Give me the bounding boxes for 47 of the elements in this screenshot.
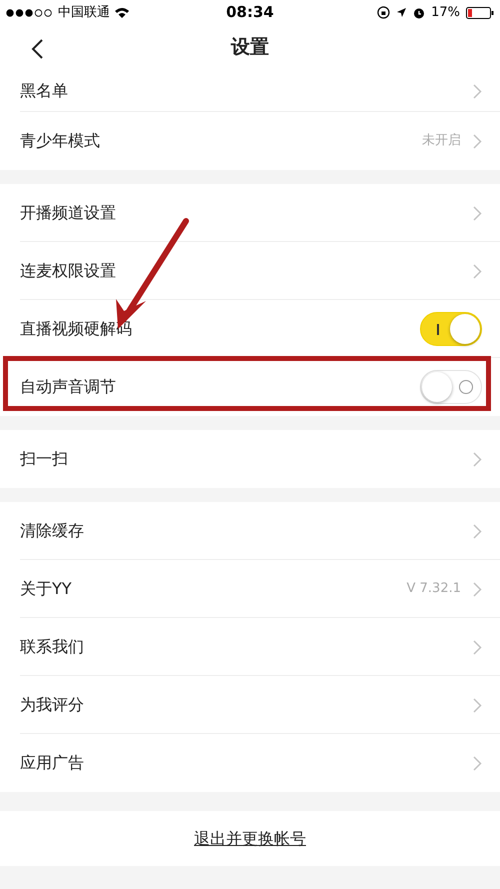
chevron-icon xyxy=(473,452,482,466)
chevron-icon xyxy=(473,698,482,712)
row-label: 连麦权限设置 xyxy=(20,260,116,282)
row-label: 青少年模式 xyxy=(20,130,100,152)
chevron-icon xyxy=(473,524,482,538)
row-label: 为我评分 xyxy=(20,694,84,716)
settings-row[interactable]: 连麦权限设置 xyxy=(0,242,500,300)
chevron-icon xyxy=(473,582,482,596)
row-value: V 7.32.1 xyxy=(406,580,461,598)
toggle-switch[interactable] xyxy=(420,312,482,346)
chevron-icon xyxy=(473,84,482,98)
location-icon xyxy=(396,7,408,18)
row-label: 黑名单 xyxy=(20,80,68,102)
settings-row[interactable]: 清除缓存 xyxy=(0,502,500,560)
chevron-icon xyxy=(473,134,482,148)
settings-row[interactable]: 联系我们 xyxy=(0,618,500,676)
battery-percent: 17% xyxy=(431,4,460,22)
chevron-icon xyxy=(473,640,482,654)
row-label: 联系我们 xyxy=(20,636,84,658)
back-icon[interactable] xyxy=(31,39,44,59)
settings-row[interactable]: 开播频道设置 xyxy=(0,184,500,242)
settings-row[interactable]: 应用广告 xyxy=(0,734,500,792)
settings-row[interactable]: 为我评分 xyxy=(0,676,500,734)
settings-row[interactable]: 扫一扫 xyxy=(0,430,500,488)
wifi-icon xyxy=(114,6,130,18)
battery-icon xyxy=(466,6,494,18)
row-label: 扫一扫 xyxy=(20,448,68,470)
settings-row[interactable]: 黑名单 xyxy=(0,70,500,112)
chevron-icon xyxy=(473,756,482,770)
row-label: 自动声音调节 xyxy=(20,376,116,398)
chevron-icon xyxy=(473,206,482,220)
alarm-icon xyxy=(413,6,426,18)
row-label: 清除缓存 xyxy=(20,520,84,542)
row-label: 应用广告 xyxy=(20,752,84,774)
page-title: 设置 xyxy=(231,35,269,60)
signal-icon xyxy=(6,8,54,16)
logout-button[interactable]: 退出并更换帐号 xyxy=(194,826,306,850)
settings-row[interactable]: 关于YY V 7.32.1 xyxy=(0,560,500,618)
chevron-icon xyxy=(473,264,482,278)
row-label: 开播频道设置 xyxy=(20,202,116,224)
carrier-name: 中国联通 xyxy=(58,4,110,22)
settings-row[interactable]: 青少年模式 未开启 xyxy=(0,112,500,170)
row-value: 未开启 xyxy=(422,132,461,150)
clock-time: 08:34 xyxy=(226,2,274,24)
row-label: 关于YY xyxy=(20,578,72,600)
toggle-switch[interactable] xyxy=(420,370,482,404)
rotation-lock-icon xyxy=(377,6,390,19)
